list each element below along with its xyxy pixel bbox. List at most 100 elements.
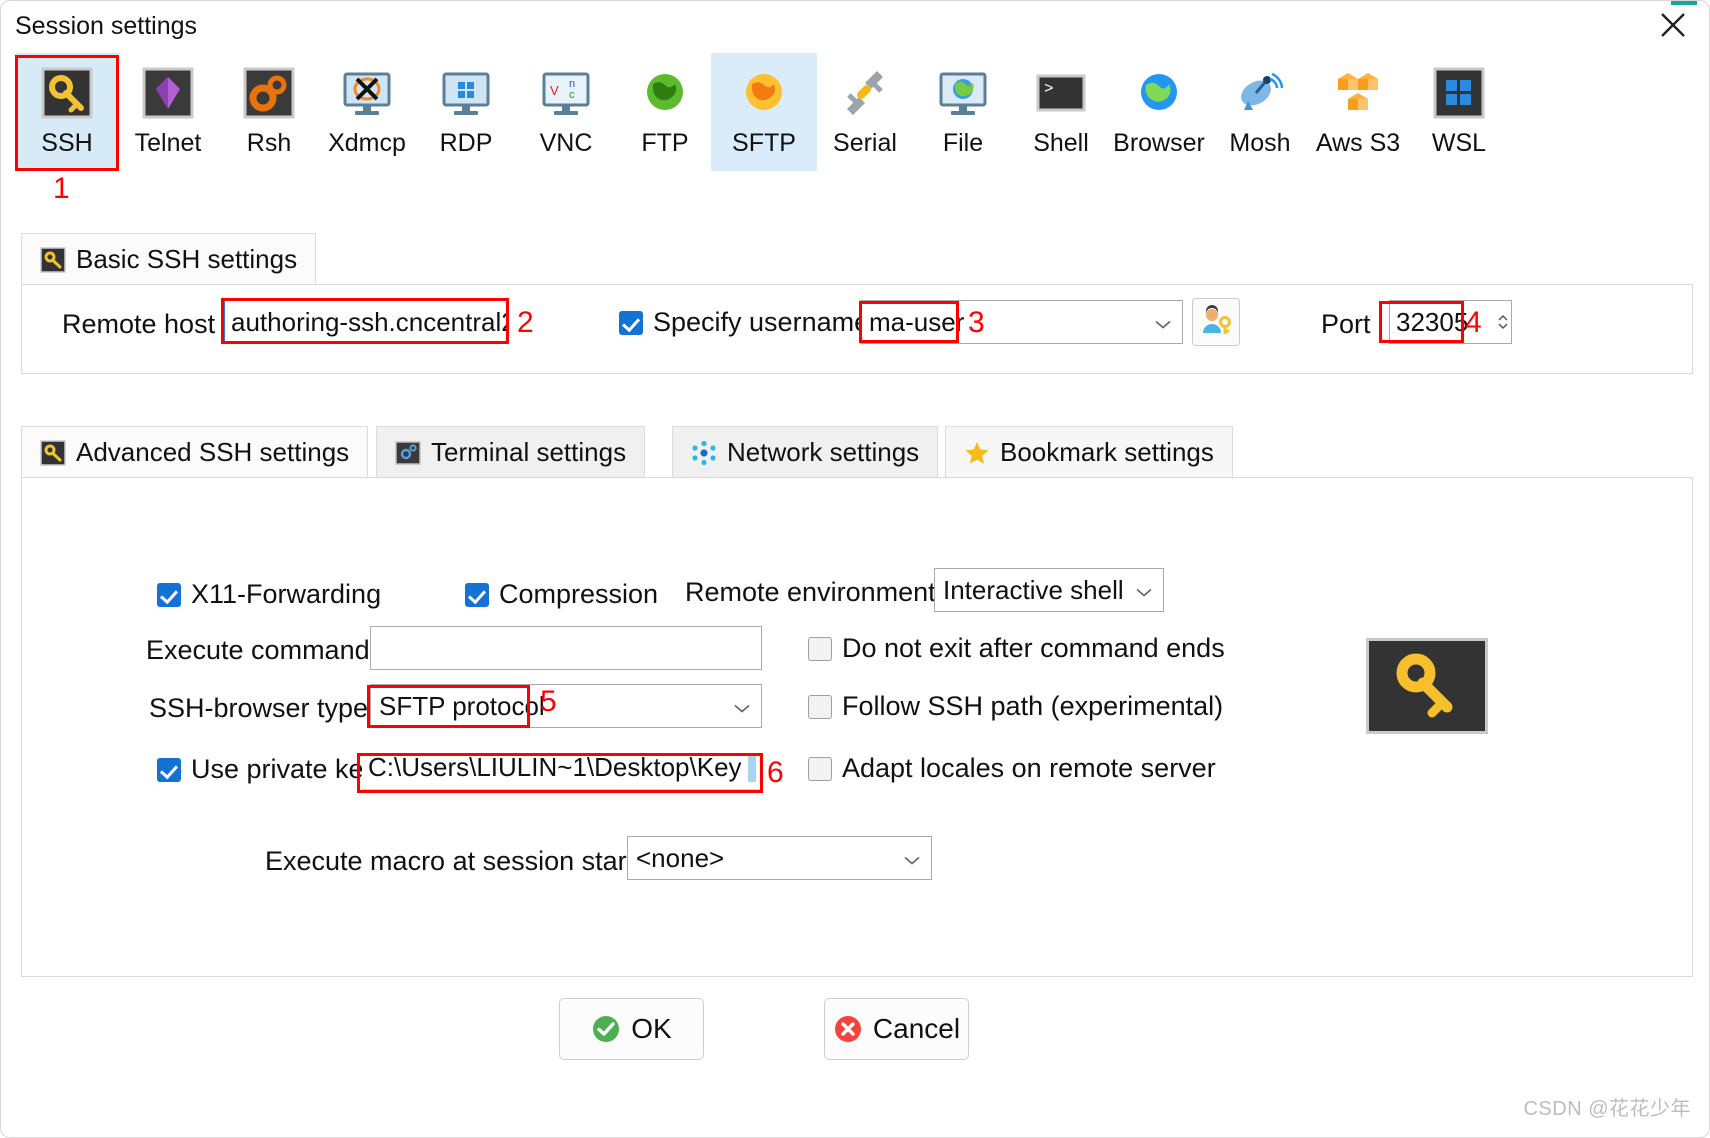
protocol-label: Serial [833, 129, 897, 157]
compression-label: Compression [499, 579, 659, 609]
remote-host-label: Remote host * [62, 309, 234, 339]
key-icon [1396, 653, 1453, 718]
svg-text:c: c [569, 89, 575, 101]
svg-text:>: > [1044, 80, 1054, 98]
protocol-shell[interactable]: > Shell [1009, 53, 1113, 171]
windows-monitor-icon [442, 72, 490, 115]
annotation-number-6: 6 [767, 756, 784, 789]
ok-button[interactable]: OK [559, 998, 704, 1060]
private-key-value: C:\Users\LIULIN~1\Desktop\Key [368, 752, 742, 782]
protocol-rdp[interactable]: RDP [414, 53, 518, 171]
xserver-icon [343, 72, 391, 115]
specify-username-checkbox[interactable] [619, 310, 643, 335]
protocol-serial[interactable]: Serial [813, 53, 917, 171]
chevron-down-icon [903, 843, 921, 874]
protocol-label: Browser [1113, 129, 1205, 157]
key-icon [40, 439, 66, 466]
tab-label: Advanced SSH settings [76, 437, 350, 467]
do-not-exit-label: Do not exit after command ends [842, 633, 1225, 663]
tab-label: Terminal settings [431, 437, 627, 467]
session-settings-dialog: Session settings SSH Telnet Rsh Xdmcp RD… [0, 0, 1710, 1138]
dialog-button-bar: OK Cancel [1, 998, 1709, 1091]
adapt-locales-checkbox[interactable] [808, 756, 832, 781]
username-input[interactable]: ma-user [860, 300, 1183, 344]
protocol-mosh[interactable]: Mosh [1208, 53, 1312, 171]
satellite-icon [1241, 72, 1284, 110]
ssh-browser-type-select[interactable]: SFTP protocol [370, 684, 762, 728]
protocol-rsh[interactable]: Rsh [217, 53, 321, 171]
port-spinner[interactable] [1494, 300, 1512, 344]
orange-globe-icon [746, 74, 782, 110]
x11-forwarding-checkbox-row[interactable]: X11-Forwarding [157, 579, 381, 610]
do-not-exit-checkbox[interactable] [808, 636, 832, 661]
protocol-strip: SSH Telnet Rsh Xdmcp RDP V n c VNC FTP S… [1, 53, 1709, 173]
compression-checkbox-row[interactable]: Compression [465, 579, 658, 610]
protocol-label: SSH [41, 129, 93, 157]
window-title: Session settings [15, 12, 198, 40]
tab-bookmark-settings[interactable]: Bookmark settings [945, 426, 1233, 478]
chevron-down-icon [733, 691, 751, 722]
do-not-exit-checkbox-row[interactable]: Do not exit after command ends [808, 633, 1225, 664]
tab-advanced-ssh-settings[interactable]: Advanced SSH settings [21, 426, 369, 478]
tab-network-settings[interactable]: Network settings [672, 426, 939, 478]
use-private-key-label: Use private key [191, 754, 378, 784]
tab-basic-ssh-settings[interactable]: Basic SSH settings [21, 233, 317, 285]
follow-ssh-path-checkbox-row[interactable]: Follow SSH path (experimental) [808, 691, 1223, 722]
protocol-label: SFTP [732, 129, 796, 157]
gem-icon [142, 67, 194, 119]
protocol-file[interactable]: File [911, 53, 1015, 171]
tab-terminal-settings[interactable]: Terminal settings [376, 426, 646, 478]
private-key-input[interactable]: C:\Users\LIULIN~1\Desktop\Key [362, 746, 762, 790]
protocol-sftp[interactable]: SFTP [711, 53, 817, 171]
use-private-key-checkbox[interactable] [157, 757, 181, 782]
protocol-wsl[interactable]: WSL [1407, 53, 1511, 171]
protocol-aws-s3[interactable]: Aws S3 [1306, 53, 1410, 171]
remote-host-input[interactable]: authoring-ssh.cncentral23 [224, 300, 507, 344]
key-icon [40, 246, 66, 273]
user-key-icon [1203, 305, 1231, 334]
side-key-image [1366, 638, 1488, 734]
compression-checkbox[interactable] [465, 582, 489, 607]
ssh-browser-type-value: SFTP protocol [379, 690, 545, 721]
protocol-label: Aws S3 [1315, 129, 1401, 157]
execute-macro-value: <none> [636, 842, 725, 873]
execute-macro-label: Execute macro at session start: [265, 846, 642, 876]
cancel-button[interactable]: Cancel [824, 998, 969, 1060]
protocol-vnc[interactable]: V n c VNC [514, 53, 618, 171]
protocol-label: Xdmcp [328, 129, 406, 157]
follow-ssh-path-label: Follow SSH path (experimental) [842, 691, 1224, 721]
execute-macro-select[interactable]: <none> [627, 836, 932, 880]
basic-tabstrip: Basic SSH settings [21, 233, 1693, 285]
protocol-xdmcp[interactable]: Xdmcp [315, 53, 419, 171]
close-icon[interactable] [1645, 3, 1701, 47]
execute-command-input[interactable] [370, 626, 762, 670]
protocol-ftp[interactable]: FTP [613, 53, 717, 171]
globe-monitor-icon [939, 72, 987, 115]
follow-ssh-path-checkbox[interactable] [808, 694, 832, 719]
protocol-telnet[interactable]: Telnet [116, 53, 220, 171]
x11-forwarding-checkbox[interactable] [157, 582, 181, 607]
adapt-locales-checkbox-row[interactable]: Adapt locales on remote server [808, 753, 1216, 784]
plug-icon [847, 71, 883, 115]
chevron-down-icon [1135, 575, 1153, 606]
port-label: Port [1321, 309, 1371, 339]
protocol-browser[interactable]: Browser [1107, 53, 1211, 171]
file-icon [747, 753, 756, 782]
windows-icon [1433, 67, 1485, 119]
globe-icon [1141, 74, 1177, 110]
specify-username-checkbox-row[interactable]: Specify username [619, 307, 869, 338]
title-bar: Session settings [1, 1, 1709, 49]
annotation-number-2: 2 [517, 306, 534, 339]
annotation-number-1: 1 [53, 172, 70, 205]
key-icon [41, 67, 93, 119]
tab-label: Network settings [727, 437, 920, 467]
protocol-ssh[interactable]: SSH [15, 53, 119, 171]
vnc-monitor-icon: V n c [542, 72, 590, 115]
user-key-button[interactable] [1192, 298, 1240, 346]
gears-icon [243, 67, 295, 119]
network-icon [692, 440, 716, 465]
remote-environment-select[interactable]: Interactive shell [934, 568, 1164, 612]
use-private-key-checkbox-row[interactable]: Use private key [157, 754, 377, 785]
cancel-label: Cancel [872, 1013, 961, 1044]
protocol-label: VNC [539, 129, 593, 157]
